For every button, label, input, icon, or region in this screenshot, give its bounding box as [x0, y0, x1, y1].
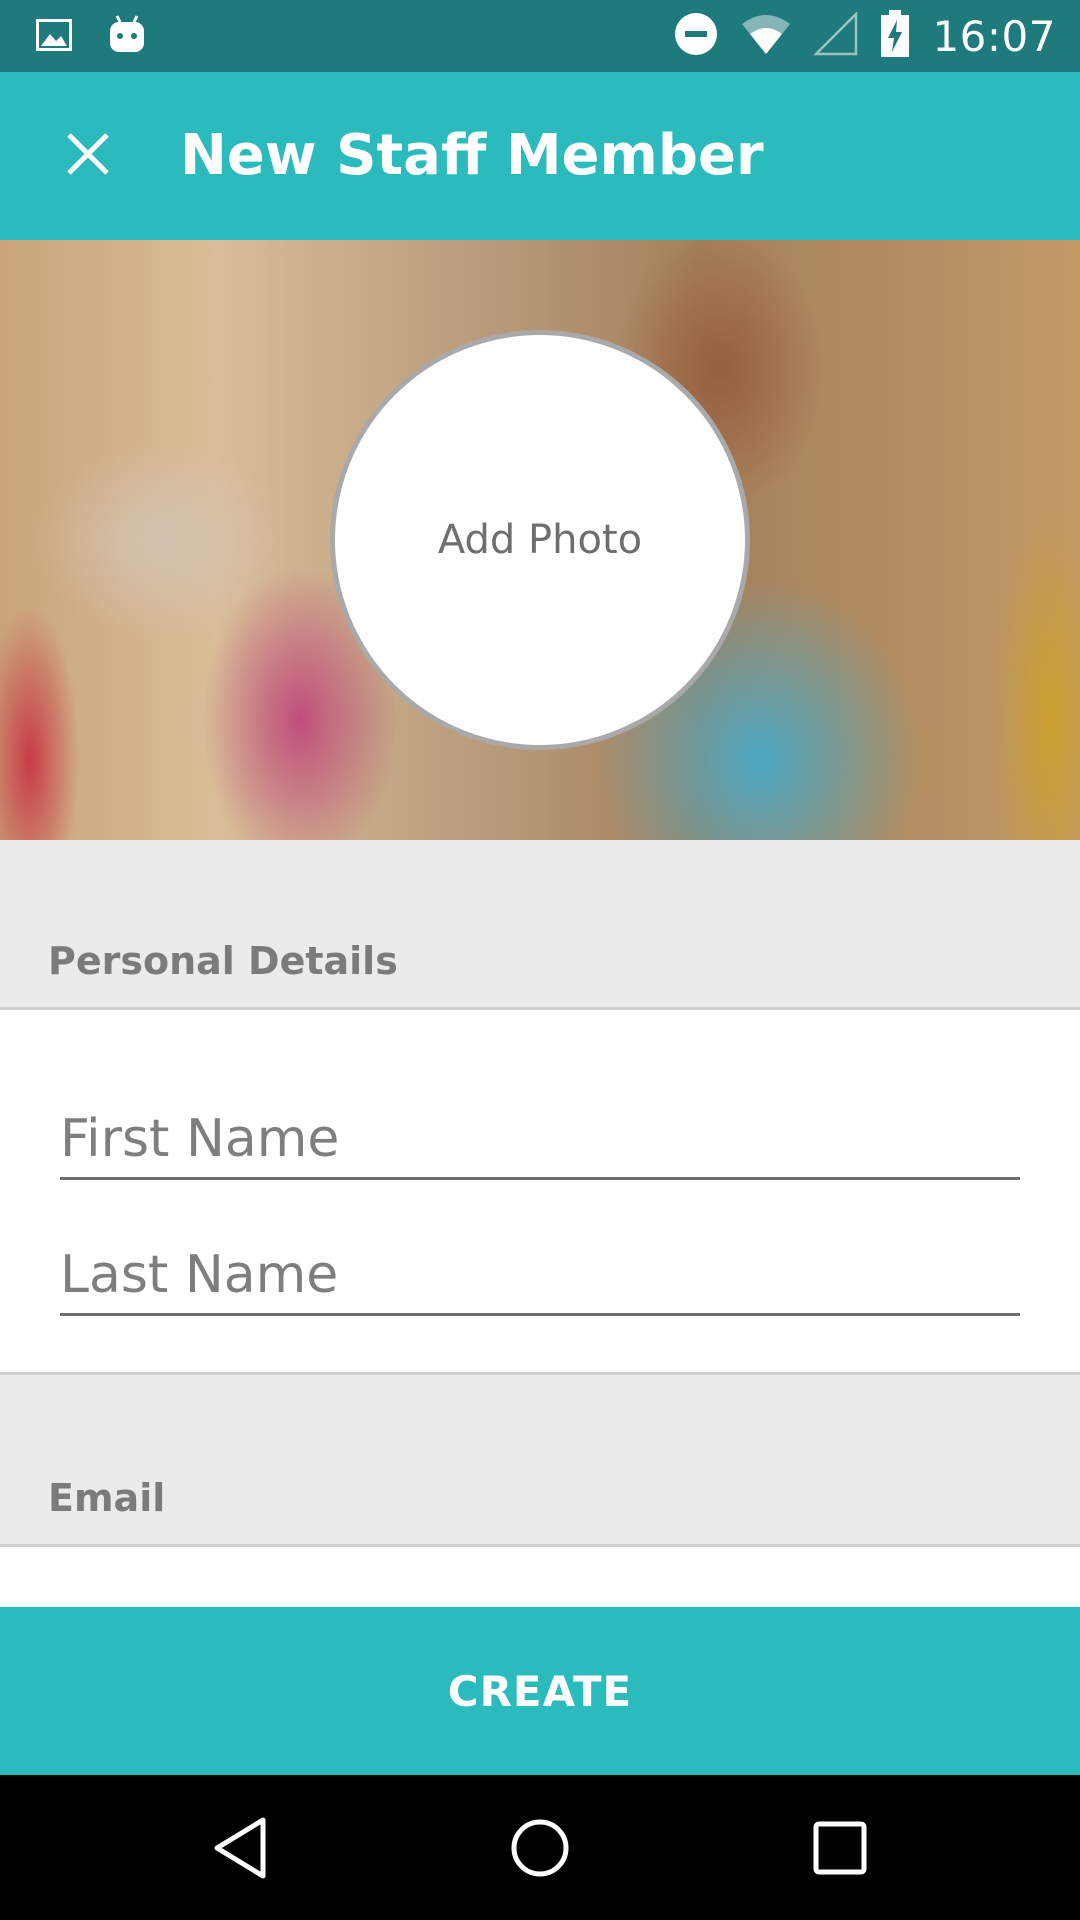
last-name-field[interactable]: [60, 1245, 1020, 1305]
system-navigation-bar: [0, 1775, 1080, 1920]
email-form-area: [0, 1547, 1080, 1607]
last-name-field-container: [60, 1226, 1020, 1316]
personal-details-form: [0, 1010, 1080, 1372]
android-icon: [108, 14, 146, 61]
first-name-field-container: [60, 1090, 1020, 1180]
add-photo-label: Add Photo: [437, 517, 643, 563]
section-header-personal-details: Personal Details: [0, 840, 1080, 1010]
section-header-email: Email: [0, 1372, 1080, 1547]
create-button[interactable]: CREATE: [0, 1607, 1080, 1775]
cell-signal-icon: [813, 10, 858, 61]
create-button-label: CREATE: [447, 1666, 633, 1716]
clock: 16:07: [932, 11, 1056, 61]
close-button[interactable]: [48, 116, 128, 196]
page-title: New Staff Member: [180, 123, 764, 188]
home-button[interactable]: [495, 1805, 585, 1895]
back-icon: [211, 1816, 271, 1885]
close-icon: [66, 132, 110, 181]
section-title: Personal Details: [48, 939, 398, 983]
status-bar-system: 16:07: [674, 10, 1056, 63]
recents-icon: [813, 1821, 867, 1880]
do-not-disturb-icon: [674, 12, 718, 61]
image-icon: [36, 17, 72, 58]
status-bar-notifications: [36, 14, 146, 61]
app-bar: New Staff Member: [0, 72, 1080, 240]
status-bar: 16:07: [0, 0, 1080, 72]
add-photo-button[interactable]: Add Photo: [330, 330, 750, 750]
back-button[interactable]: [196, 1805, 286, 1895]
wifi-icon: [740, 12, 792, 61]
section-title: Email: [48, 1476, 166, 1520]
home-icon: [510, 1818, 570, 1883]
recents-button[interactable]: [795, 1805, 885, 1895]
first-name-field[interactable]: [60, 1109, 1020, 1169]
battery-charging-icon: [880, 10, 910, 63]
